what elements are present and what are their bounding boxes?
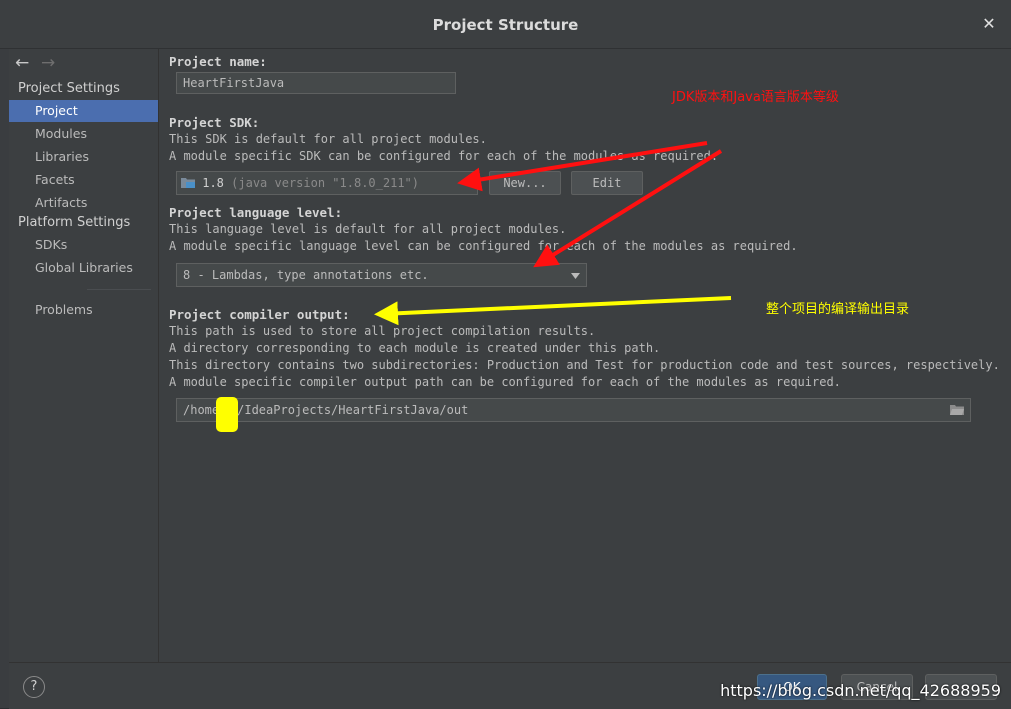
- output-annotation-note: 整个项目的编译输出目录: [766, 302, 910, 317]
- jdk-annotation-note: JDK版本和Java语言版本等级: [672, 90, 839, 105]
- red-arrow-sdk: [457, 141, 708, 192]
- annotation-arrows: [374, 141, 732, 326]
- red-arrow-language-level: [533, 149, 723, 268]
- yellow-arrow-output: [374, 296, 732, 326]
- help-icon[interactable]: ?: [23, 676, 45, 698]
- watermark-url: https://blog.csdn.net/qq_42688959: [720, 681, 1001, 700]
